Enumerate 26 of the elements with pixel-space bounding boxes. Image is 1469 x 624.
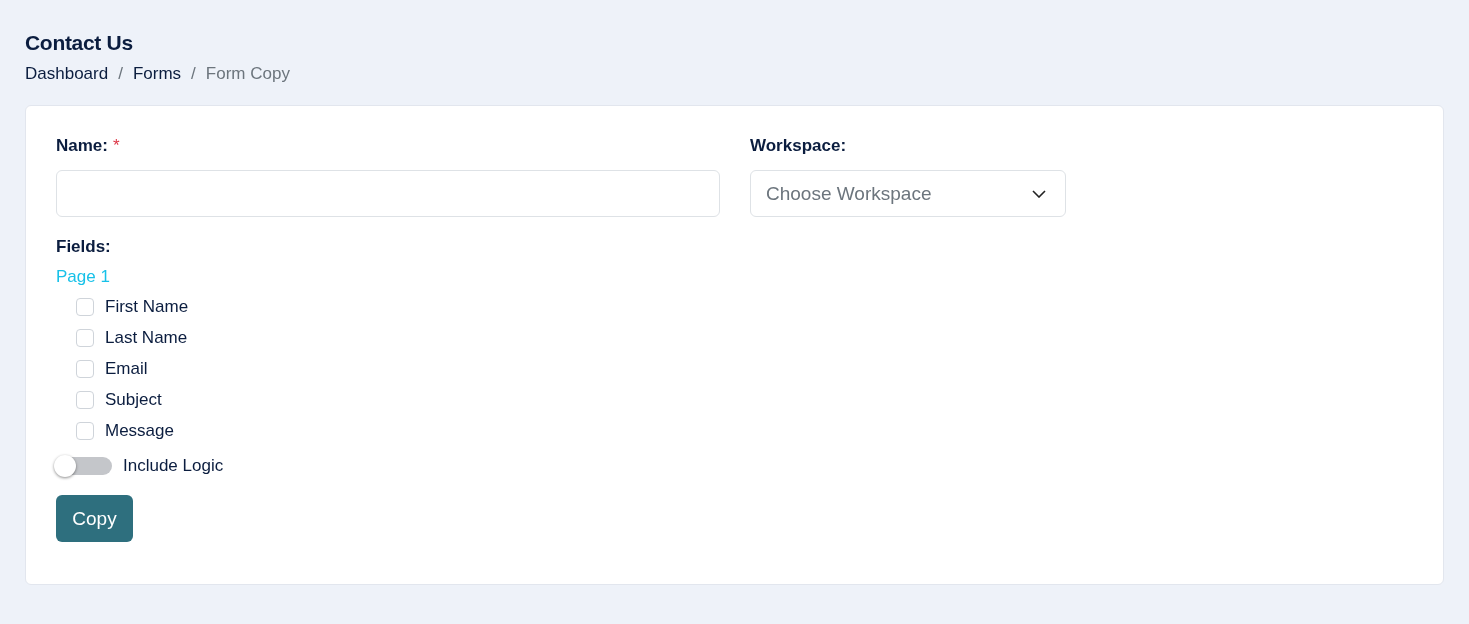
copy-button[interactable]: Copy — [56, 495, 133, 542]
checkbox[interactable] — [76, 390, 94, 409]
workspace-select[interactable]: Choose Workspace — [750, 170, 1066, 217]
checkbox-label: Subject — [105, 389, 162, 410]
field-label: Name: — [56, 136, 108, 157]
breadcrumb-separator: / — [118, 64, 123, 84]
name-input[interactable] — [56, 170, 720, 217]
checkbox-label: First Name — [105, 296, 189, 317]
toggle-label: Include Logic — [123, 456, 224, 476]
checkbox[interactable] — [76, 359, 94, 378]
checkbox-label: Message — [105, 420, 174, 441]
field-label: Workspace: — [750, 136, 847, 157]
required-mark: * — [112, 136, 120, 157]
checkbox-label: Last Name — [105, 327, 188, 348]
checkbox[interactable] — [76, 297, 94, 316]
checkbox-label: Email — [105, 358, 148, 379]
checkbox[interactable] — [76, 421, 94, 440]
checkbox[interactable] — [76, 328, 94, 347]
breadcrumb-link[interactable]: Forms — [132, 64, 182, 84]
breadcrumb-link[interactable]: Dashboard — [25, 64, 109, 84]
toggle-switch[interactable] — [56, 457, 112, 475]
page-title: Contact Us — [25, 31, 134, 55]
field-label: Fields: — [56, 237, 111, 258]
breadcrumb-current: Form Copy — [205, 64, 290, 84]
breadcrumb-separator: / — [191, 64, 196, 84]
chevron-down-icon — [1032, 189, 1046, 198]
